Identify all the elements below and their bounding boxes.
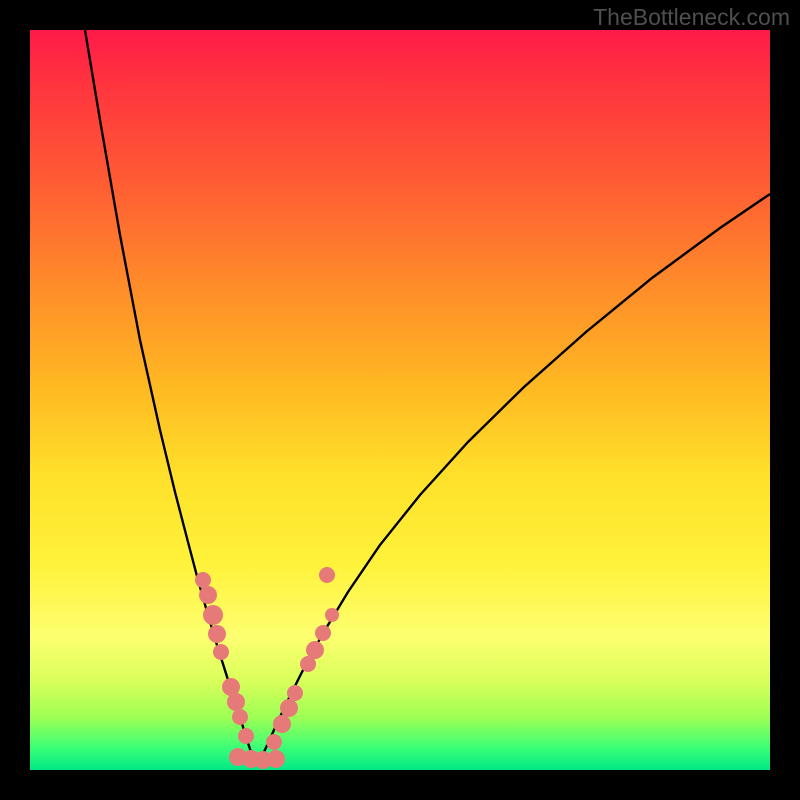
scatter-point <box>195 572 211 588</box>
curve-group <box>85 30 770 766</box>
scatter-point <box>203 605 223 625</box>
scatter-point <box>232 709 248 725</box>
curve-right-branch <box>257 194 770 766</box>
scatter-point <box>199 586 217 604</box>
plot-area <box>30 30 770 770</box>
watermark-text: TheBottleneck.com <box>593 4 790 31</box>
scatter-point <box>266 734 282 750</box>
scatter-points <box>195 567 339 769</box>
scatter-point <box>280 699 298 717</box>
scatter-point <box>287 685 303 701</box>
scatter-point <box>306 641 324 659</box>
scatter-point <box>238 728 254 744</box>
scatter-point <box>208 625 226 643</box>
scatter-point <box>315 625 331 641</box>
scatter-point <box>267 750 285 768</box>
scatter-point <box>227 693 245 711</box>
scatter-point <box>213 644 229 660</box>
scatter-point <box>273 715 291 733</box>
scatter-point <box>319 567 335 583</box>
chart-svg <box>30 30 770 770</box>
scatter-point <box>325 608 339 622</box>
chart-frame: TheBottleneck.com <box>0 0 800 800</box>
curve-left-branch <box>85 30 257 766</box>
